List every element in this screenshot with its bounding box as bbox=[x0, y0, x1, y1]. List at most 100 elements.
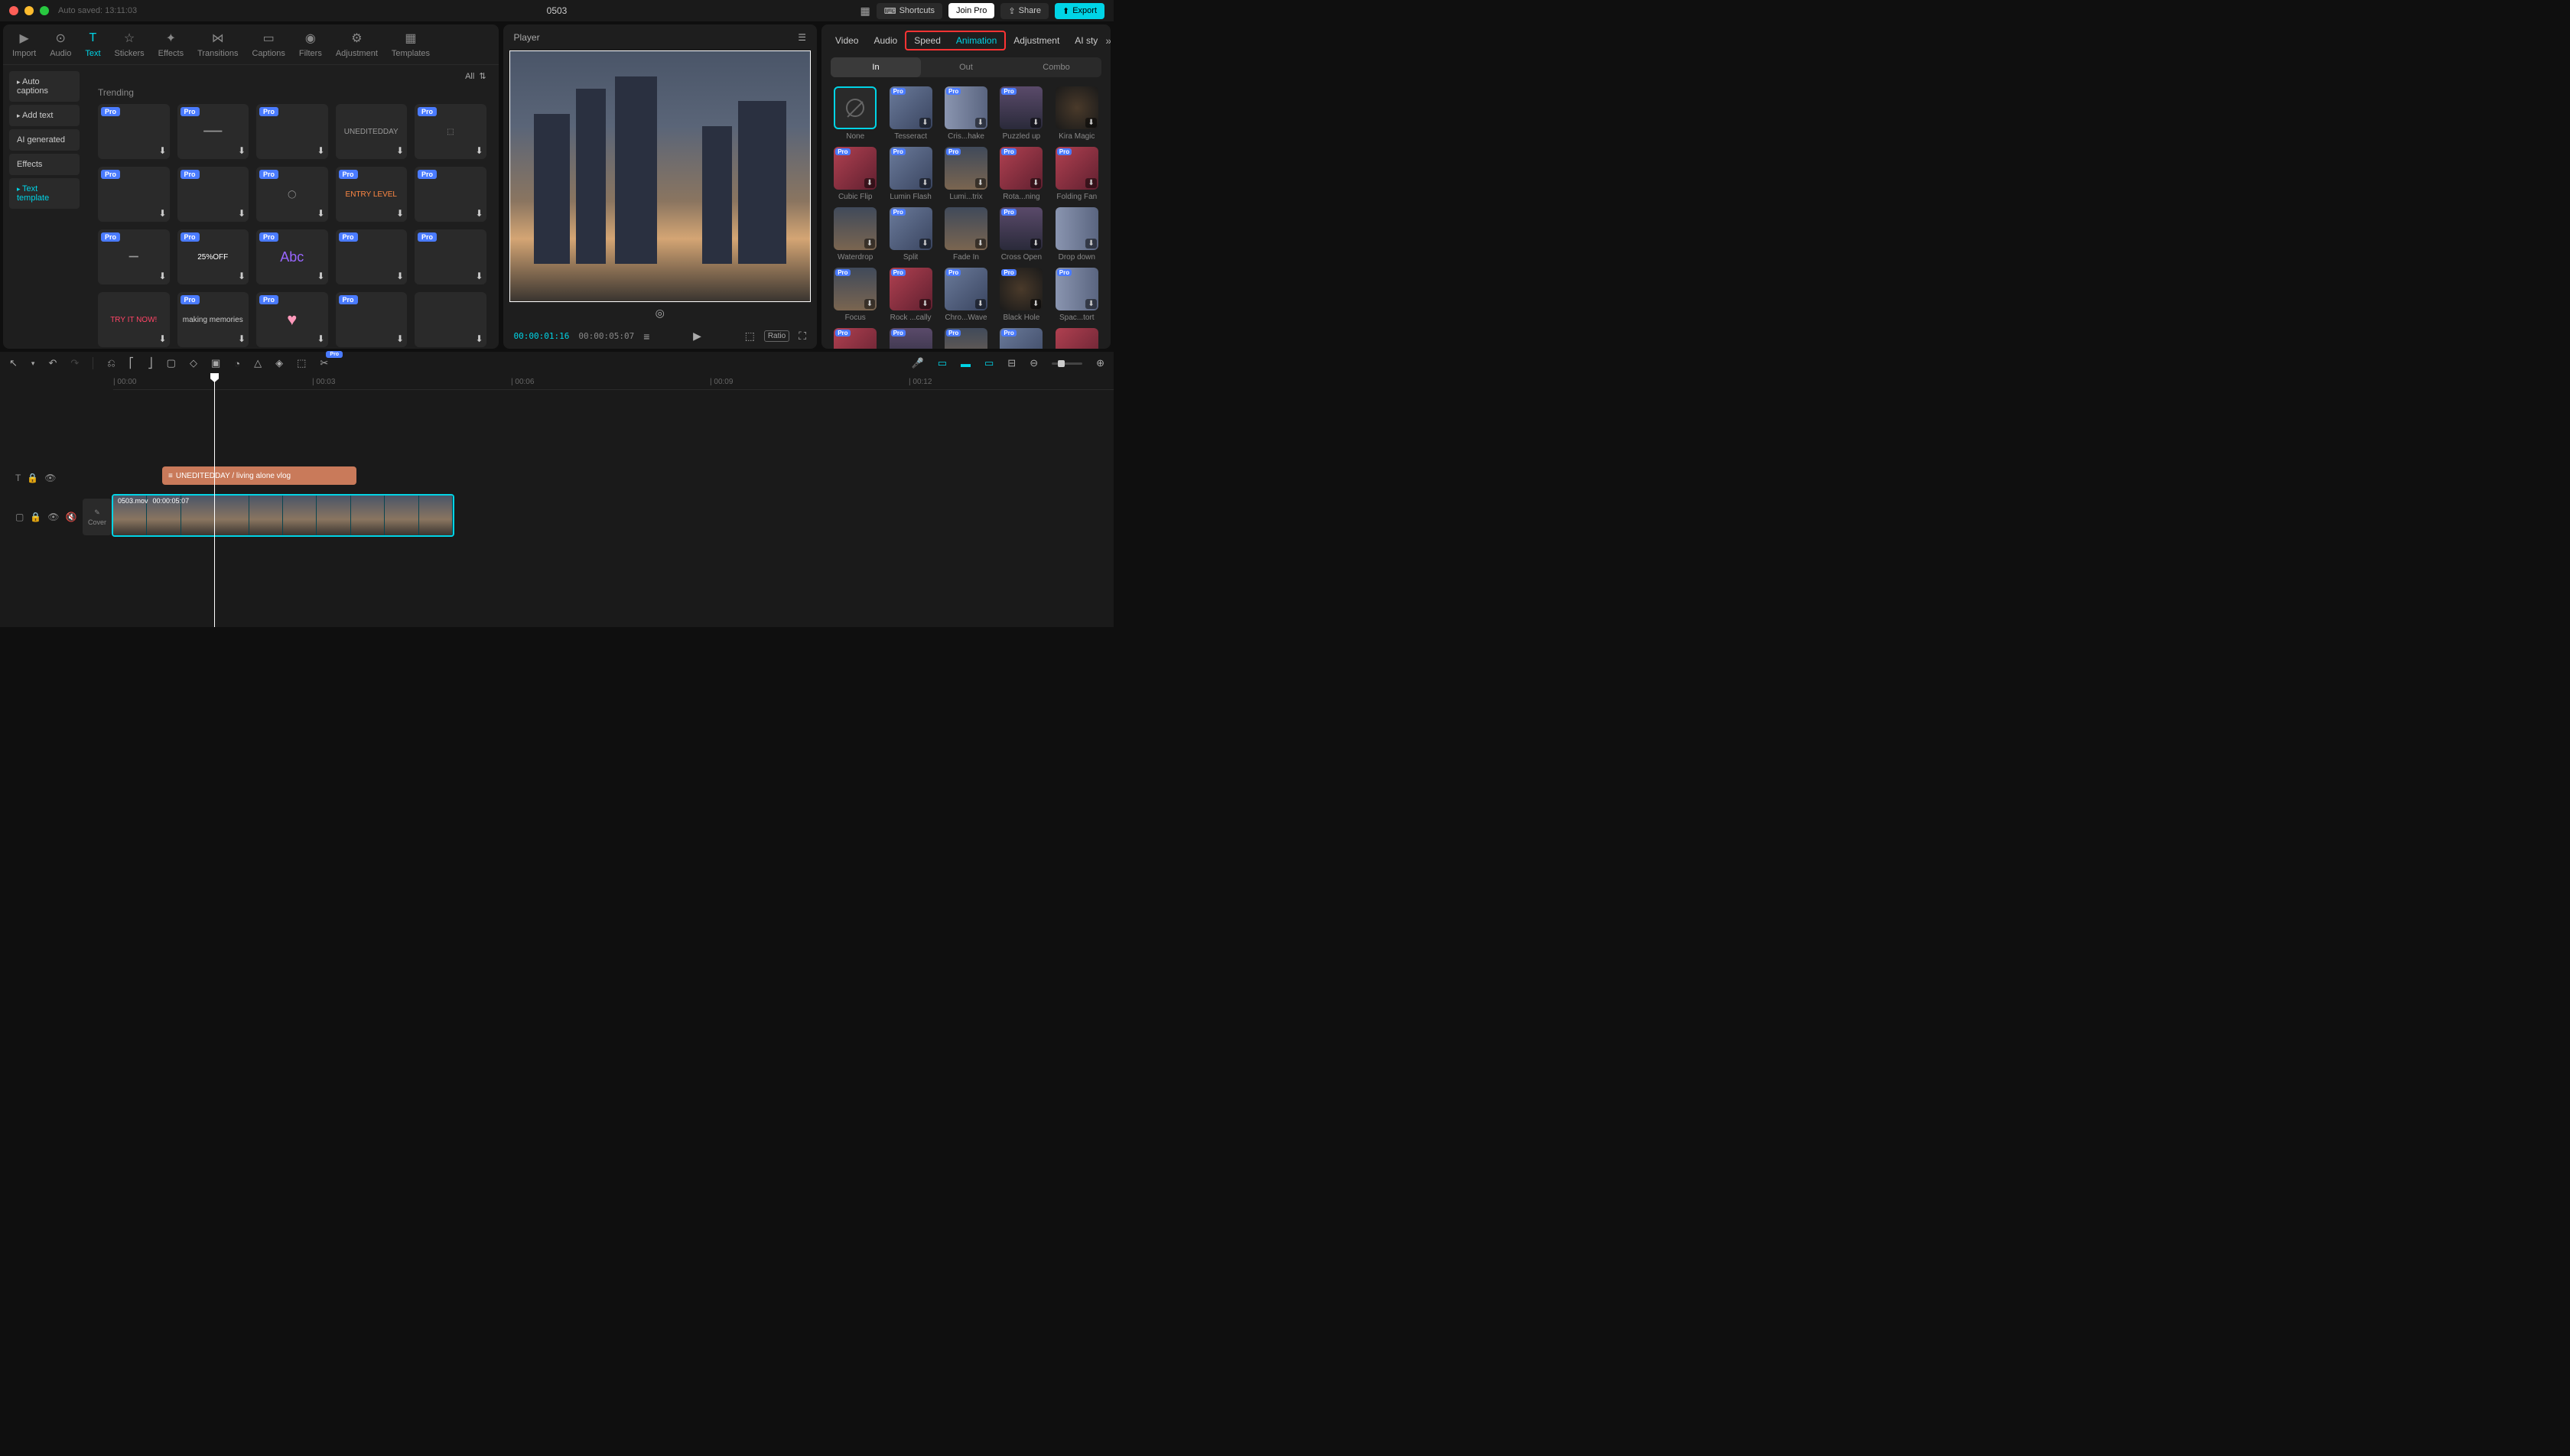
download-icon[interactable]: ⬇ bbox=[317, 145, 324, 156]
shortcuts-button[interactable]: ⌨ Shortcuts bbox=[877, 3, 942, 19]
download-icon[interactable]: ⬇ bbox=[1085, 239, 1096, 249]
download-icon[interactable]: ⬇ bbox=[1030, 118, 1041, 128]
template-card-4[interactable]: Pro⬚⬇ bbox=[415, 104, 486, 159]
tab-adjustment[interactable]: ⚙Adjustment bbox=[336, 31, 378, 58]
eye-icon[interactable]: 👁 bbox=[47, 512, 59, 522]
filter-all[interactable]: All bbox=[465, 72, 474, 81]
template-card-3[interactable]: UNEDITEDDAY⬇ bbox=[336, 104, 408, 159]
tab-stickers[interactable]: ☆Stickers bbox=[115, 31, 145, 58]
download-icon[interactable]: ⬇ bbox=[317, 333, 324, 344]
download-icon[interactable]: ⬇ bbox=[864, 178, 875, 188]
tab-effects[interactable]: ✦Effects bbox=[158, 31, 184, 58]
ratio-button[interactable]: Ratio bbox=[764, 330, 789, 342]
template-card-12[interactable]: ProAbc⬇ bbox=[256, 229, 328, 284]
tab-adjustment[interactable]: Adjustment bbox=[1006, 32, 1067, 49]
download-icon[interactable]: ⬇ bbox=[1030, 178, 1041, 188]
animation-puzzled-up[interactable]: Pro⬇Puzzled up bbox=[997, 86, 1046, 141]
download-icon[interactable]: ⬇ bbox=[158, 145, 166, 156]
download-icon[interactable]: ⬇ bbox=[919, 299, 930, 309]
join-pro-button[interactable]: Join Pro bbox=[948, 3, 994, 18]
marker-icon[interactable]: ◇ bbox=[190, 357, 197, 369]
template-card-16[interactable]: Promaking memories⬇ bbox=[177, 292, 249, 347]
tab-audio[interactable]: ⊙Audio bbox=[50, 31, 71, 58]
player-menu-icon[interactable]: ☰ bbox=[798, 32, 806, 43]
download-icon[interactable]: ⬇ bbox=[317, 271, 324, 281]
subtab-out[interactable]: Out bbox=[921, 57, 1011, 77]
download-icon[interactable]: ⬇ bbox=[396, 333, 404, 344]
download-icon[interactable]: ⬇ bbox=[238, 208, 246, 219]
animation-spac-tort[interactable]: Pro⬇Spac...tort bbox=[1052, 268, 1101, 322]
download-icon[interactable]: ⬇ bbox=[475, 145, 483, 156]
zoom-out-icon[interactable]: ⊖ bbox=[1030, 357, 1038, 369]
download-icon[interactable]: ⬇ bbox=[396, 208, 404, 219]
lock-icon[interactable]: 🔒 bbox=[30, 512, 41, 522]
download-icon[interactable]: ⬇ bbox=[396, 271, 404, 281]
more-tabs-icon[interactable]: » bbox=[1105, 34, 1111, 47]
download-icon[interactable]: ⬇ bbox=[396, 145, 404, 156]
animation-lumin-flash[interactable]: Pro⬇Lumin Flash bbox=[886, 147, 935, 201]
list-icon[interactable]: ≡ bbox=[643, 330, 649, 343]
sidebar-text-template[interactable]: Text template bbox=[9, 178, 80, 209]
tab-animation[interactable]: Animation bbox=[948, 32, 1004, 49]
layout-icon[interactable]: ▦ bbox=[860, 5, 870, 18]
download-icon[interactable]: ⬇ bbox=[975, 118, 986, 128]
download-icon[interactable]: ⬇ bbox=[975, 299, 986, 309]
template-card-0[interactable]: Pro⬇ bbox=[98, 104, 170, 159]
download-icon[interactable]: ⬇ bbox=[1085, 118, 1096, 128]
download-icon[interactable]: ⬇ bbox=[238, 271, 246, 281]
download-icon[interactable]: ⬇ bbox=[919, 118, 930, 128]
template-card-13[interactable]: Pro⬇ bbox=[336, 229, 408, 284]
animation-rock-cally[interactable]: Pro⬇Rock ...cally bbox=[886, 268, 935, 322]
template-card-2[interactable]: Pro⬇ bbox=[256, 104, 328, 159]
animation-black-hole[interactable]: Pro⬇Black Hole bbox=[997, 268, 1046, 322]
tab-templates[interactable]: ▦Templates bbox=[392, 31, 430, 58]
download-icon[interactable]: ⬇ bbox=[919, 178, 930, 188]
download-icon[interactable]: ⬇ bbox=[1030, 239, 1041, 249]
undo-icon[interactable]: ↶ bbox=[48, 357, 57, 369]
playhead[interactable] bbox=[214, 375, 215, 627]
download-icon[interactable]: ⬇ bbox=[919, 239, 930, 249]
download-icon[interactable]: ⬇ bbox=[475, 333, 483, 344]
download-icon[interactable]: ⬇ bbox=[317, 208, 324, 219]
subtab-in[interactable]: In bbox=[831, 57, 921, 77]
transform-icon[interactable]: ◎ bbox=[656, 307, 665, 320]
download-icon[interactable]: ⬇ bbox=[864, 299, 875, 309]
lock-icon[interactable]: 🔒 bbox=[27, 473, 38, 483]
close-window[interactable] bbox=[9, 6, 18, 15]
fullscreen-icon[interactable]: ⛶ bbox=[799, 330, 806, 343]
text-clip[interactable]: ≡ UNEDITEDDAY / living alone vlog bbox=[162, 466, 356, 485]
animation-item-24[interactable]: ⬇ bbox=[1052, 328, 1101, 349]
template-card-14[interactable]: Pro⬇ bbox=[415, 229, 486, 284]
animation-chro-wave[interactable]: Pro⬇Chro...Wave bbox=[942, 268, 991, 322]
download-icon[interactable]: ⬇ bbox=[238, 145, 246, 156]
pointer-dropdown-icon[interactable]: ▾ bbox=[31, 359, 35, 368]
video-preview[interactable] bbox=[509, 50, 811, 302]
template-card-11[interactable]: Pro25%OFF⬇ bbox=[177, 229, 249, 284]
play-button[interactable]: ▶ bbox=[693, 330, 701, 343]
download-icon[interactable]: ⬇ bbox=[158, 208, 166, 219]
animation-split[interactable]: Pro⬇Split bbox=[886, 207, 935, 262]
download-icon[interactable]: ⬇ bbox=[475, 208, 483, 219]
video-clip[interactable]: 0503.mov 00:00:05:07 bbox=[112, 494, 454, 537]
template-card-7[interactable]: Pro◯⬇ bbox=[256, 167, 328, 222]
download-icon[interactable]: ⬇ bbox=[158, 333, 166, 344]
tab-import[interactable]: ▶Import bbox=[12, 31, 36, 58]
animation-item-21[interactable]: Pro⬇ bbox=[886, 328, 935, 349]
animation-lumi-trix[interactable]: Pro⬇Lumi...trix bbox=[942, 147, 991, 201]
template-card-6[interactable]: Pro⬇ bbox=[177, 167, 249, 222]
animation-drop-down[interactable]: ⬇Drop down bbox=[1052, 207, 1101, 262]
subtab-combo[interactable]: Combo bbox=[1011, 57, 1101, 77]
export-button[interactable]: ⬆ Export bbox=[1055, 3, 1104, 19]
tab-aistyle[interactable]: AI sty bbox=[1067, 32, 1105, 49]
animation-cubic-flip[interactable]: Pro⬇Cubic Flip bbox=[831, 147, 880, 201]
copy-icon[interactable]: ▣ bbox=[211, 357, 220, 369]
animation-focus[interactable]: Pro⬇Focus bbox=[831, 268, 880, 322]
timeline-ruler[interactable]: | 00:00| 00:03| 00:06| 00:09| 00:12 bbox=[113, 375, 1114, 390]
maximize-window[interactable] bbox=[40, 6, 49, 15]
template-card-1[interactable]: Pro━━━━⬇ bbox=[177, 104, 249, 159]
redo-icon[interactable]: ↷ bbox=[70, 357, 79, 369]
tab-text[interactable]: TText bbox=[85, 31, 100, 58]
autocut-icon[interactable]: ✂Pro bbox=[320, 357, 328, 369]
trim-right-icon[interactable]: ⎦ bbox=[148, 357, 153, 369]
animation-item-20[interactable]: Pro⬇ bbox=[831, 328, 880, 349]
